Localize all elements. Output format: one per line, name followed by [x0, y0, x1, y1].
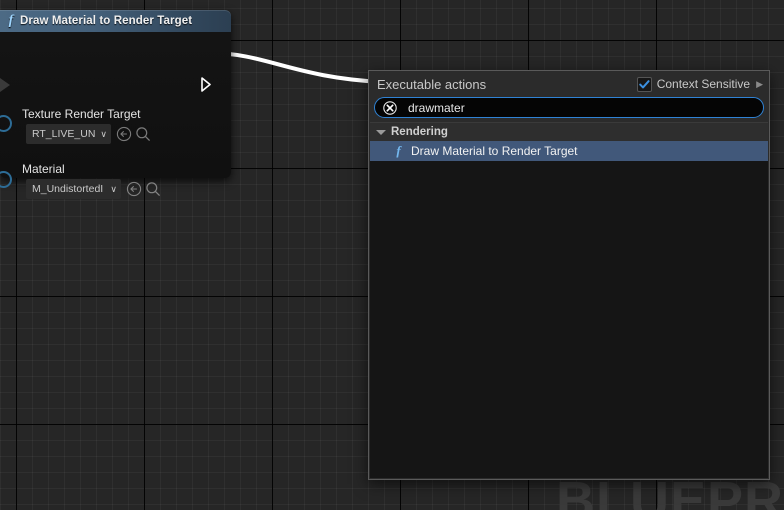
context-sensitive-label: Context Sensitive — [657, 77, 750, 91]
panel-header: Executable actions Context Sensitive ▶ — [369, 71, 769, 97]
magnifier-icon[interactable] — [135, 126, 151, 142]
chevron-right-icon[interactable]: ▶ — [756, 79, 763, 90]
category-row-rendering[interactable]: Rendering — [370, 123, 768, 141]
input-pin-material[interactable] — [0, 171, 12, 188]
asset-dropdown-value: M_UndistortedI — [32, 183, 107, 195]
function-icon: f — [4, 13, 18, 29]
asset-dropdown-value: RT_LIVE_UN — [32, 128, 97, 140]
back-arrow-icon[interactable] — [116, 126, 132, 142]
chevron-down-icon[interactable] — [376, 130, 386, 135]
context-sensitive-checkbox[interactable] — [637, 77, 652, 92]
search-input-value: drawmater — [408, 101, 465, 115]
node-body: Texture Render Target Material RT_LIVE_U… — [0, 32, 231, 178]
list-item[interactable]: f Draw Material to Render Target — [370, 141, 768, 161]
execution-wire — [205, 30, 385, 100]
search-input[interactable]: drawmater — [374, 97, 764, 118]
exec-pin-out-icon[interactable] — [201, 77, 212, 92]
back-arrow-icon[interactable] — [126, 181, 142, 197]
category-label: Rendering — [391, 126, 448, 138]
input-label-material: Material — [22, 162, 65, 176]
input-label-texture-render-target: Texture Render Target — [22, 107, 141, 121]
chevron-down-icon: ∨ — [110, 184, 117, 195]
actions-list[interactable]: Rendering f Draw Material to Render Targ… — [370, 122, 768, 478]
node-title: Draw Material to Render Target — [20, 15, 192, 27]
input-pin-texture-render-target[interactable] — [0, 115, 12, 132]
exec-pin-in-icon[interactable] — [0, 78, 10, 92]
blueprint-node-draw-material[interactable]: f Draw Material to Render Target Texture… — [0, 10, 231, 178]
clear-search-icon[interactable] — [383, 101, 397, 115]
asset-dropdown-texture-render-target[interactable]: RT_LIVE_UN ∨ — [26, 124, 111, 144]
search-row: drawmater — [369, 97, 769, 122]
function-icon: f — [392, 143, 405, 159]
panel-title: Executable actions — [377, 77, 637, 92]
magnifier-icon[interactable] — [145, 181, 161, 197]
node-header[interactable]: f Draw Material to Render Target — [0, 10, 231, 32]
blueprint-graph-editor[interactable]: BLUEPRIN f Draw Material to Render Targe… — [0, 0, 784, 510]
asset-dropdown-material[interactable]: M_UndistortedI ∨ — [26, 179, 121, 199]
list-item-label: Draw Material to Render Target — [411, 144, 578, 158]
context-sensitive-control[interactable]: Context Sensitive ▶ — [637, 77, 763, 92]
executable-actions-panel[interactable]: Executable actions Context Sensitive ▶ — [368, 70, 770, 480]
chevron-down-icon: ∨ — [100, 129, 107, 140]
